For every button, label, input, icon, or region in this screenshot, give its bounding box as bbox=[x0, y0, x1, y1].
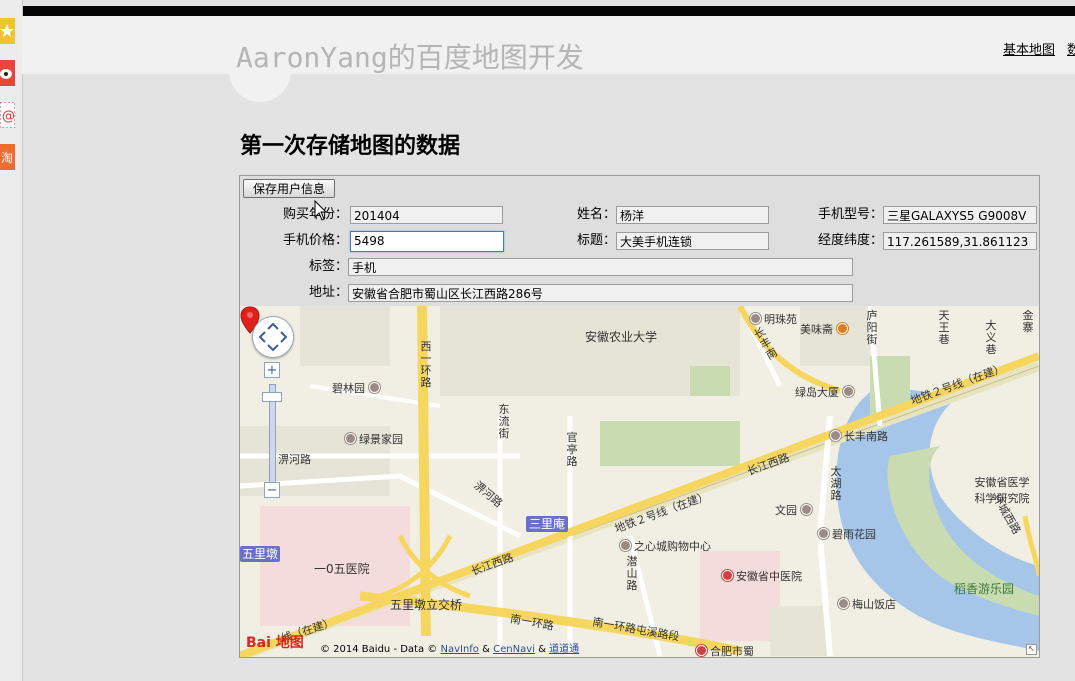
browser-side-toolbar: @ 淘 bbox=[0, 0, 23, 681]
zoom-out-button[interactable]: − bbox=[264, 482, 280, 498]
phone-model-label: 手机型号： bbox=[817, 207, 883, 222]
map-label-changfeng-s: 长丰南路 bbox=[830, 428, 888, 444]
name-field[interactable]: 杨洋 bbox=[616, 206, 769, 224]
map-label-lvdao: 绿岛大厦 bbox=[795, 384, 857, 400]
phone-price-label: 手机价格： bbox=[282, 233, 348, 248]
site-title: AaronYang的百度地图开发 bbox=[236, 41, 584, 74]
save-user-info-button[interactable]: 保存用户信息 bbox=[243, 179, 335, 198]
tags-label: 标签： bbox=[308, 259, 348, 274]
nav-link-data[interactable]: 数 bbox=[1067, 39, 1075, 58]
map-label-zhixin: 之心城购物中心 bbox=[620, 538, 711, 554]
map-label-taihu: 太湖路 bbox=[830, 465, 842, 502]
zoom-slider-thumb[interactable] bbox=[262, 392, 282, 402]
map-label-meiwei: 美味斋 bbox=[800, 321, 851, 337]
lnglat-field[interactable]: 117.261589,31.861123 bbox=[883, 232, 1037, 250]
map-label-dongliu: 东流街 bbox=[498, 403, 510, 440]
map-label-mingzhu: 明珠苑 bbox=[750, 311, 797, 327]
map-label-feihe-road: 淠河路 bbox=[278, 453, 311, 466]
pan-arrows-icon bbox=[258, 322, 288, 352]
poi-icon bbox=[800, 504, 812, 515]
map-copyright: © 2014 Baidu - Data © NavInfo & CenNavi … bbox=[320, 640, 579, 655]
map-label-bilinyuan: 碧林园 bbox=[332, 380, 383, 396]
map-label-hefei-shu: 合肥市蜀 bbox=[696, 643, 754, 657]
poi-icon bbox=[836, 323, 848, 334]
map-label-biyu: 碧雨花园 bbox=[818, 526, 876, 542]
poi-icon bbox=[838, 598, 849, 609]
poi-icon bbox=[620, 540, 631, 551]
baidu-map-logo[interactable]: Bai 地图 bbox=[246, 632, 304, 652]
map-label-dayi: 大义巷 bbox=[985, 319, 997, 356]
map-label-lvjing: 绿景家园 bbox=[345, 431, 403, 447]
address-label: 地址： bbox=[308, 285, 348, 300]
star-icon[interactable] bbox=[0, 18, 15, 44]
poi-icon bbox=[842, 386, 854, 397]
navinfo-link[interactable]: NavInfo bbox=[440, 644, 478, 655]
name-label: 姓名： bbox=[576, 207, 616, 222]
map-label-tianwang: 天王巷 bbox=[938, 309, 950, 346]
mouse-cursor-icon bbox=[314, 200, 328, 221]
map-label-qianshan: 潜山路 bbox=[626, 555, 638, 592]
shopping-icon[interactable]: 淘 bbox=[0, 144, 15, 170]
map-label-jinzhai: 金寨 bbox=[1022, 309, 1034, 334]
map-label-wenyuan: 文园 bbox=[775, 502, 815, 518]
zoom-in-button[interactable]: + bbox=[264, 362, 280, 378]
poi-icon bbox=[345, 433, 356, 444]
poi-icon bbox=[368, 382, 380, 393]
purchase-year-label: 购买年份： bbox=[260, 205, 348, 225]
map-resize-icon[interactable]: ↖ bbox=[1026, 644, 1037, 655]
copyright-separator: & bbox=[538, 644, 546, 655]
map-label-xiyi-ring: 西一环路 bbox=[420, 340, 432, 389]
poi-icon bbox=[818, 528, 829, 539]
map-label-agri-univ: 安徽农业大学 bbox=[585, 330, 658, 344]
map-canvas bbox=[240, 306, 1039, 657]
address-field[interactable]: 安徽省合肥市蜀山区长江西路286号 bbox=[348, 284, 853, 302]
map-form-panel: 保存用户信息 购买年份： 201404 姓名： 杨洋 手机型号： 三星GALAX… bbox=[239, 175, 1040, 658]
map-label-luyang: 庐阳街 bbox=[866, 309, 878, 346]
hospital-icon bbox=[722, 570, 733, 581]
tags-field[interactable]: 手机 bbox=[348, 258, 853, 276]
map-label-meishan: 梅山饭店 bbox=[838, 596, 896, 612]
title-field[interactable]: 大美手机连锁 bbox=[616, 232, 769, 250]
map-label-hospital105: 一0五医院 bbox=[314, 562, 370, 576]
nav-link-basic-map[interactable]: 基本地图 bbox=[1003, 39, 1055, 58]
baidu-map[interactable]: 安徽农业大学 碧林园 绿景家园 淠河路 淠河路 明珠苑 美味斋 绿岛大厦 长丰南… bbox=[240, 306, 1039, 657]
purchase-year-field[interactable]: 201404 bbox=[350, 206, 503, 224]
map-label-guanting: 官亭路 bbox=[566, 431, 578, 468]
weibo-icon[interactable] bbox=[0, 60, 15, 86]
map-label-daoxiang: 稻香游乐园 bbox=[954, 582, 1015, 596]
station-label-wulidun[interactable]: 五里墩 bbox=[240, 546, 281, 562]
daodaotong-link[interactable]: 道道通 bbox=[549, 644, 579, 655]
phone-model-field[interactable]: 三星GALAXYS5 G9008V bbox=[883, 206, 1037, 224]
poi-icon bbox=[830, 430, 841, 441]
station-label-sanli[interactable]: 三里庵 bbox=[526, 516, 569, 532]
phone-price-field[interactable]: 5498 bbox=[350, 231, 504, 252]
svg-text:@: @ bbox=[2, 109, 15, 124]
map-label-wulidun-bridge: 五里墩立交桥 bbox=[390, 598, 463, 612]
poi-icon bbox=[750, 313, 761, 324]
page-title: 第一次存储地图的数据 bbox=[240, 133, 461, 159]
lnglat-label: 经度纬度： bbox=[817, 233, 883, 248]
title-label: 标题： bbox=[576, 233, 616, 248]
copyright-text: © 2014 Baidu - Data © bbox=[320, 644, 438, 655]
copyright-separator: & bbox=[482, 644, 490, 655]
svg-text:淘: 淘 bbox=[1, 151, 13, 165]
map-label-anhui-tcm: 安徽省中医院 bbox=[722, 568, 802, 584]
window-top-bar bbox=[22, 6, 1075, 16]
pan-control[interactable] bbox=[252, 316, 294, 358]
mail-icon[interactable]: @ bbox=[0, 102, 15, 128]
hospital-icon bbox=[696, 645, 707, 656]
cennavi-link[interactable]: CenNavi bbox=[493, 644, 535, 655]
